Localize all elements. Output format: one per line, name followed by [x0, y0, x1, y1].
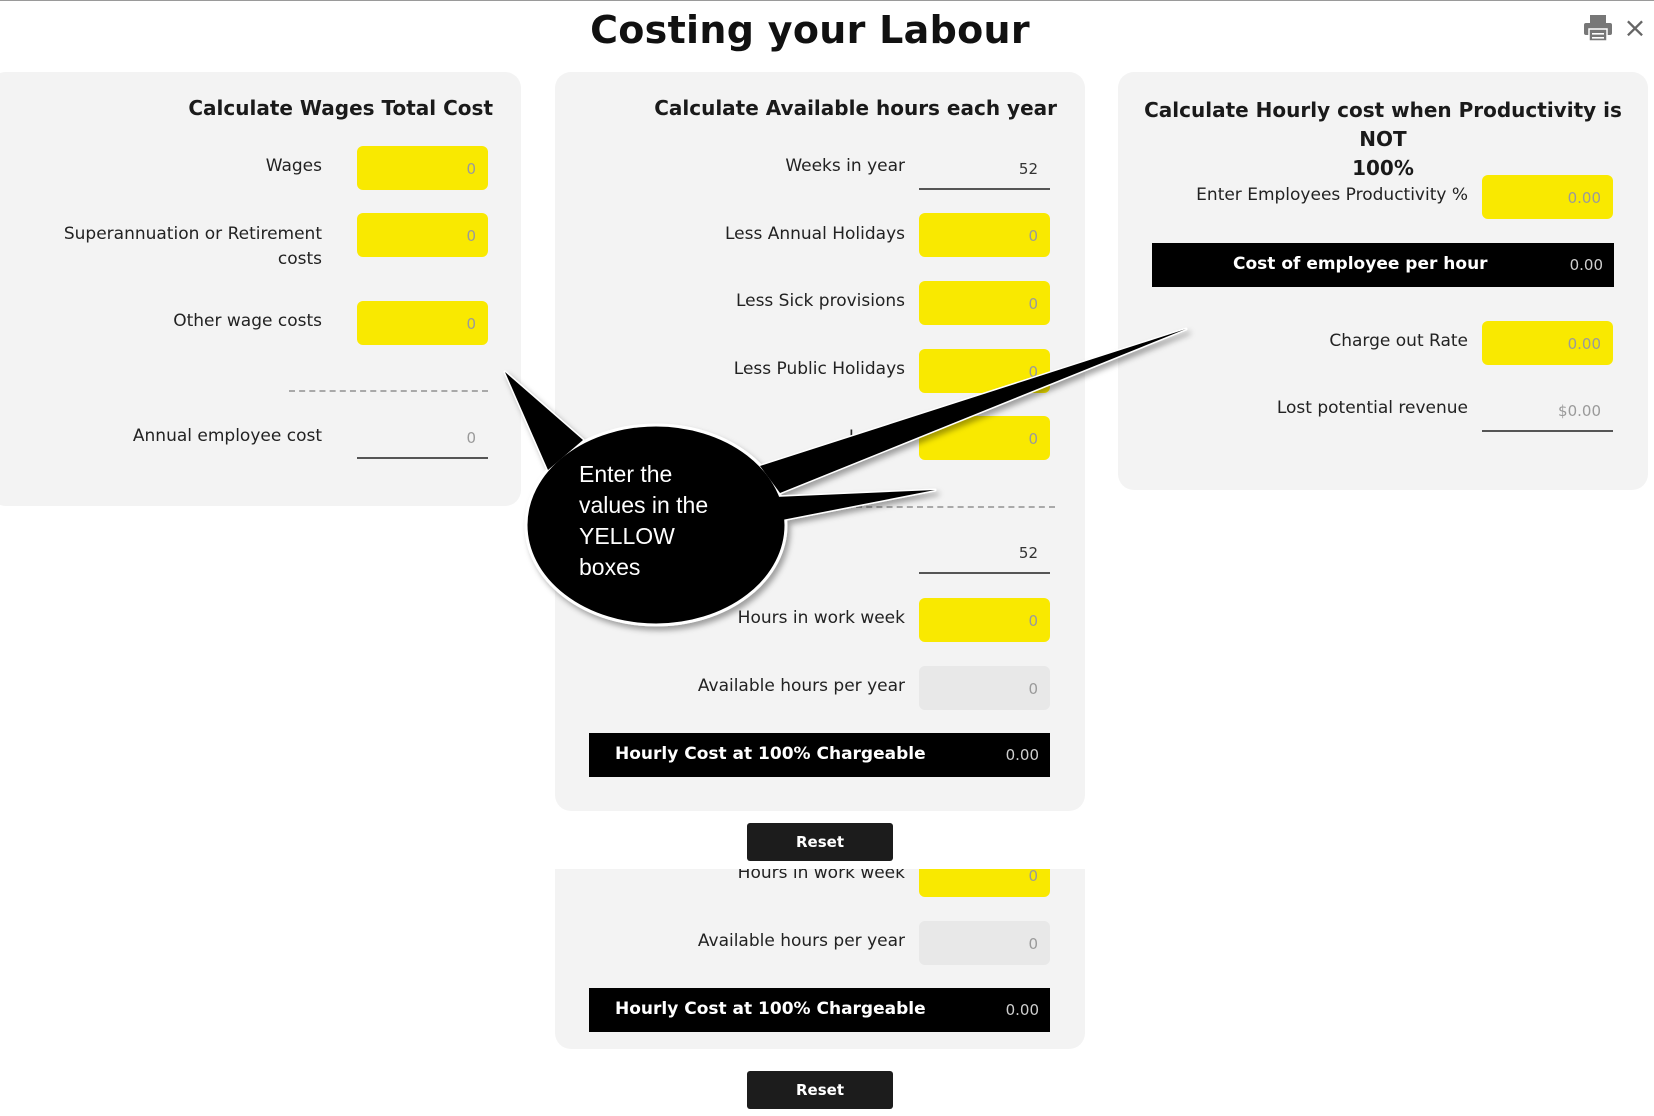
callout-text: Enter the values in the YELLOW boxes [579, 459, 739, 583]
weeks-in-year-label: Weeks in year [785, 156, 905, 176]
divider [785, 506, 1055, 508]
hourly-cost-value: 0.00 [1005, 1001, 1039, 1019]
productivity-title-line1: Calculate Hourly cost when Productivity … [1144, 98, 1622, 151]
close-icon[interactable]: × [1623, 14, 1647, 42]
available-hours-value: 0 [919, 921, 1050, 965]
divider [289, 390, 488, 392]
available-hours-label: Available hours per year [697, 931, 905, 951]
cost-per-hour-label: Cost of employee per hour [1233, 254, 1488, 274]
hours-in-work-week-input[interactable]: 0 [919, 869, 1050, 897]
wages-label: Wages [265, 156, 322, 176]
hourly-cost-bar: Hourly Cost at 100% Chargeable 0.00 [589, 988, 1050, 1032]
public-holidays-input[interactable]: 0 [919, 349, 1050, 393]
annual-holidays-label: Less Annual Holidays [724, 224, 905, 244]
sick-provisions-label: Less Sick provisions [735, 291, 905, 311]
reset-button-copy[interactable]: Reset [747, 1071, 893, 1109]
charge-out-rate-label: Charge out Rate [1329, 331, 1468, 351]
hours-in-work-week-label: Hours in work week [737, 608, 905, 628]
available-hours-value: 0 [919, 666, 1050, 710]
cost-per-hour-value: 0.00 [1569, 256, 1603, 274]
hours-in-work-week-label: Hours in work week [737, 869, 905, 883]
productivity-input[interactable]: 0.00 [1482, 175, 1613, 219]
hours-in-work-week-input[interactable]: 0 [919, 598, 1050, 642]
page-title: Costing your Labour [590, 8, 1030, 52]
sick-provisions-input[interactable]: 0 [919, 281, 1050, 325]
superannuation-label-line1: Superannuation or Retirement [63, 224, 322, 244]
top-border [0, 0, 1654, 1]
printer-icon[interactable] [1583, 14, 1613, 42]
superannuation-input[interactable]: 0 [357, 213, 488, 257]
annual-employee-cost-value: 0 [357, 415, 488, 459]
hours-panel-copy: Hours in work week 0 Available hours per… [555, 869, 1085, 1049]
less-other-label: Less O [848, 427, 905, 447]
reset-button[interactable]: Reset [747, 823, 893, 861]
superannuation-label-line2: costs [277, 249, 322, 269]
lost-revenue-label: Lost potential revenue [1276, 398, 1468, 418]
lost-revenue-value: $0.00 [1482, 388, 1613, 432]
hourly-cost-label: Hourly Cost at 100% Chargeable [615, 999, 926, 1019]
callout-line3: YELLOW [579, 523, 675, 549]
charge-out-rate-input[interactable]: 0.00 [1482, 321, 1613, 365]
hourly-cost-value: 0.00 [1005, 746, 1039, 764]
total-weeks-value: 52 [919, 530, 1050, 574]
cost-per-hour-bar: Cost of employee per hour 0.00 [1152, 243, 1614, 287]
annual-employee-cost-label: Annual employee cost [132, 426, 322, 446]
other-wage-costs-label: Other wage costs [173, 311, 322, 331]
less-other-input[interactable]: 0 [919, 416, 1050, 460]
public-holidays-label: Less Public Holidays [733, 359, 905, 379]
available-hours-label: Available hours per year [697, 676, 905, 696]
hours-panel-title: Calculate Available hours each year [654, 96, 1057, 120]
lower-scrolled-section: Hours in work week 0 Available hours per… [555, 869, 1085, 1059]
productivity-panel-title: Calculate Hourly cost when Productivity … [1138, 96, 1628, 183]
callout-line1: Enter the [579, 461, 673, 487]
hours-panel: Calculate Available hours each year Week… [555, 72, 1085, 811]
wages-input[interactable]: 0 [357, 146, 488, 190]
weeks-in-year-value: 52 [919, 146, 1050, 190]
wages-panel: Calculate Wages Total Cost Wages 0 Super… [0, 72, 521, 506]
hourly-cost-bar: Hourly Cost at 100% Chargeable 0.00 [589, 733, 1050, 777]
productivity-panel: Calculate Hourly cost when Productivity … [1118, 72, 1648, 490]
hourly-cost-label: Hourly Cost at 100% Chargeable [615, 744, 926, 764]
wages-panel-title: Calculate Wages Total Cost [188, 96, 493, 120]
annual-holidays-input[interactable]: 0 [919, 213, 1050, 257]
productivity-label: Enter Employees Productivity % [1196, 185, 1468, 205]
callout-line2: values in the [579, 492, 709, 518]
superannuation-label: Superannuation or Retirement costs [20, 222, 322, 272]
other-wage-costs-input[interactable]: 0 [357, 301, 488, 345]
callout-line4: boxes [579, 554, 641, 580]
